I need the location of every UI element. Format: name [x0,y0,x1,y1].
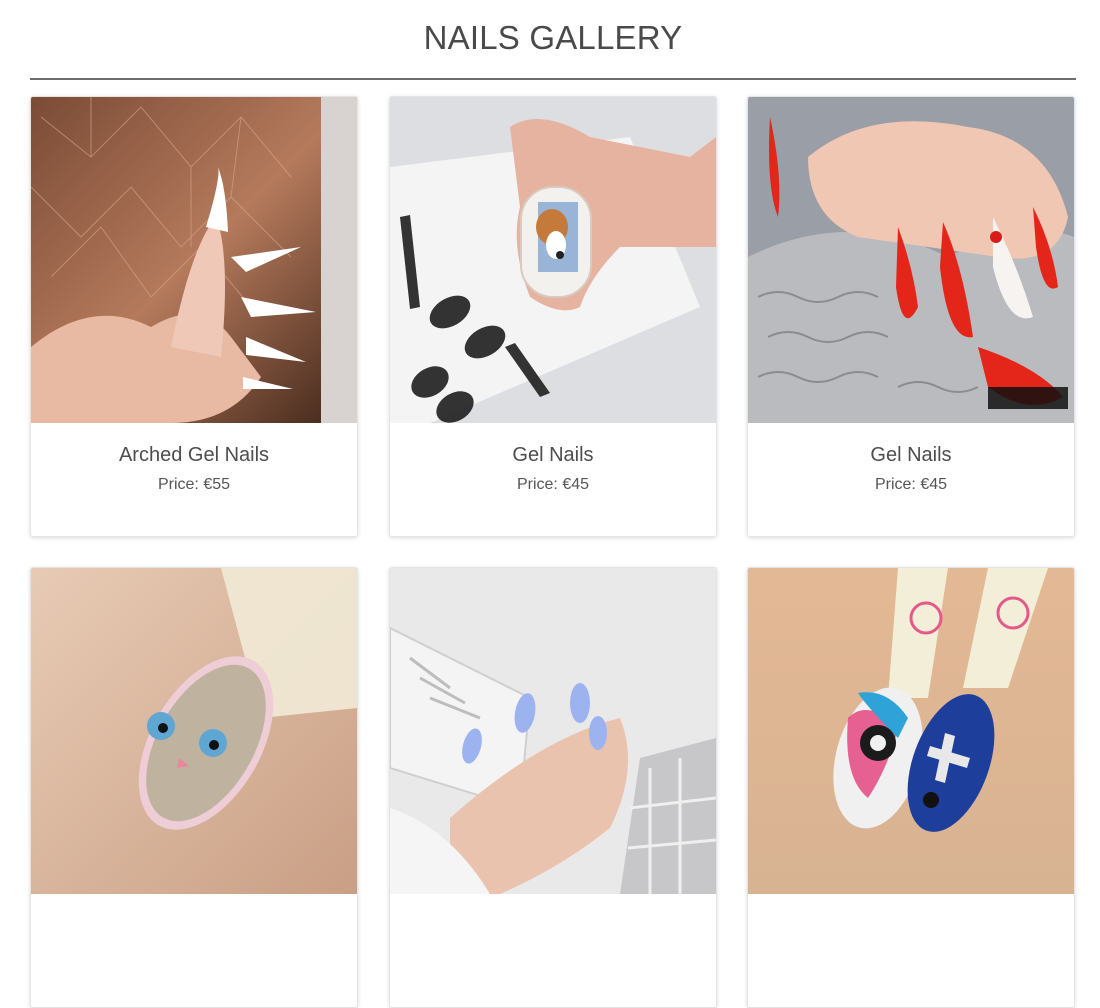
gallery-card[interactable] [30,567,358,1008]
product-name: Gel Nails [512,444,594,466]
gallery-photo-cat-nail-art[interactable] [31,568,357,894]
product-price: Price: €45 [516,476,590,493]
product-name [31,894,357,915]
card-info [748,894,1074,1007]
gallery-photo-beagle-nail[interactable] [390,97,716,423]
card-info [31,894,357,1007]
card-info: Gel Nails Price: €45 [748,423,1074,536]
page-title: NAILS GALLERY [423,19,683,56]
card-info: Arched Gel Nails Price: €55 [31,423,357,536]
product-name: Arched Gel Nails [118,444,270,466]
product-price: Price: €45 [874,476,948,493]
card-info [390,894,716,1007]
title-divider [30,78,1076,80]
gallery-photo-splatter-nail-tips[interactable] [748,568,1074,894]
gallery-card[interactable] [747,567,1075,1008]
product-name [390,894,716,915]
product-name [748,894,1074,915]
product-name: Gel Nails [870,444,952,466]
gallery-card[interactable]: Gel Nails Price: €45 [747,96,1075,537]
gallery-photo-red-stiletto[interactable] [748,97,1074,423]
card-info: Gel Nails Price: €45 [390,423,716,536]
gallery-card[interactable]: Arched Gel Nails Price: €55 [30,96,358,537]
gallery-card[interactable]: Gel Nails Price: €45 [389,96,717,537]
gallery-photo-periwinkle-nails[interactable] [390,568,716,894]
gallery-card[interactable] [389,567,717,1008]
gallery-photo-white-stiletto[interactable] [31,97,357,423]
product-price: Price: €55 [157,476,231,493]
